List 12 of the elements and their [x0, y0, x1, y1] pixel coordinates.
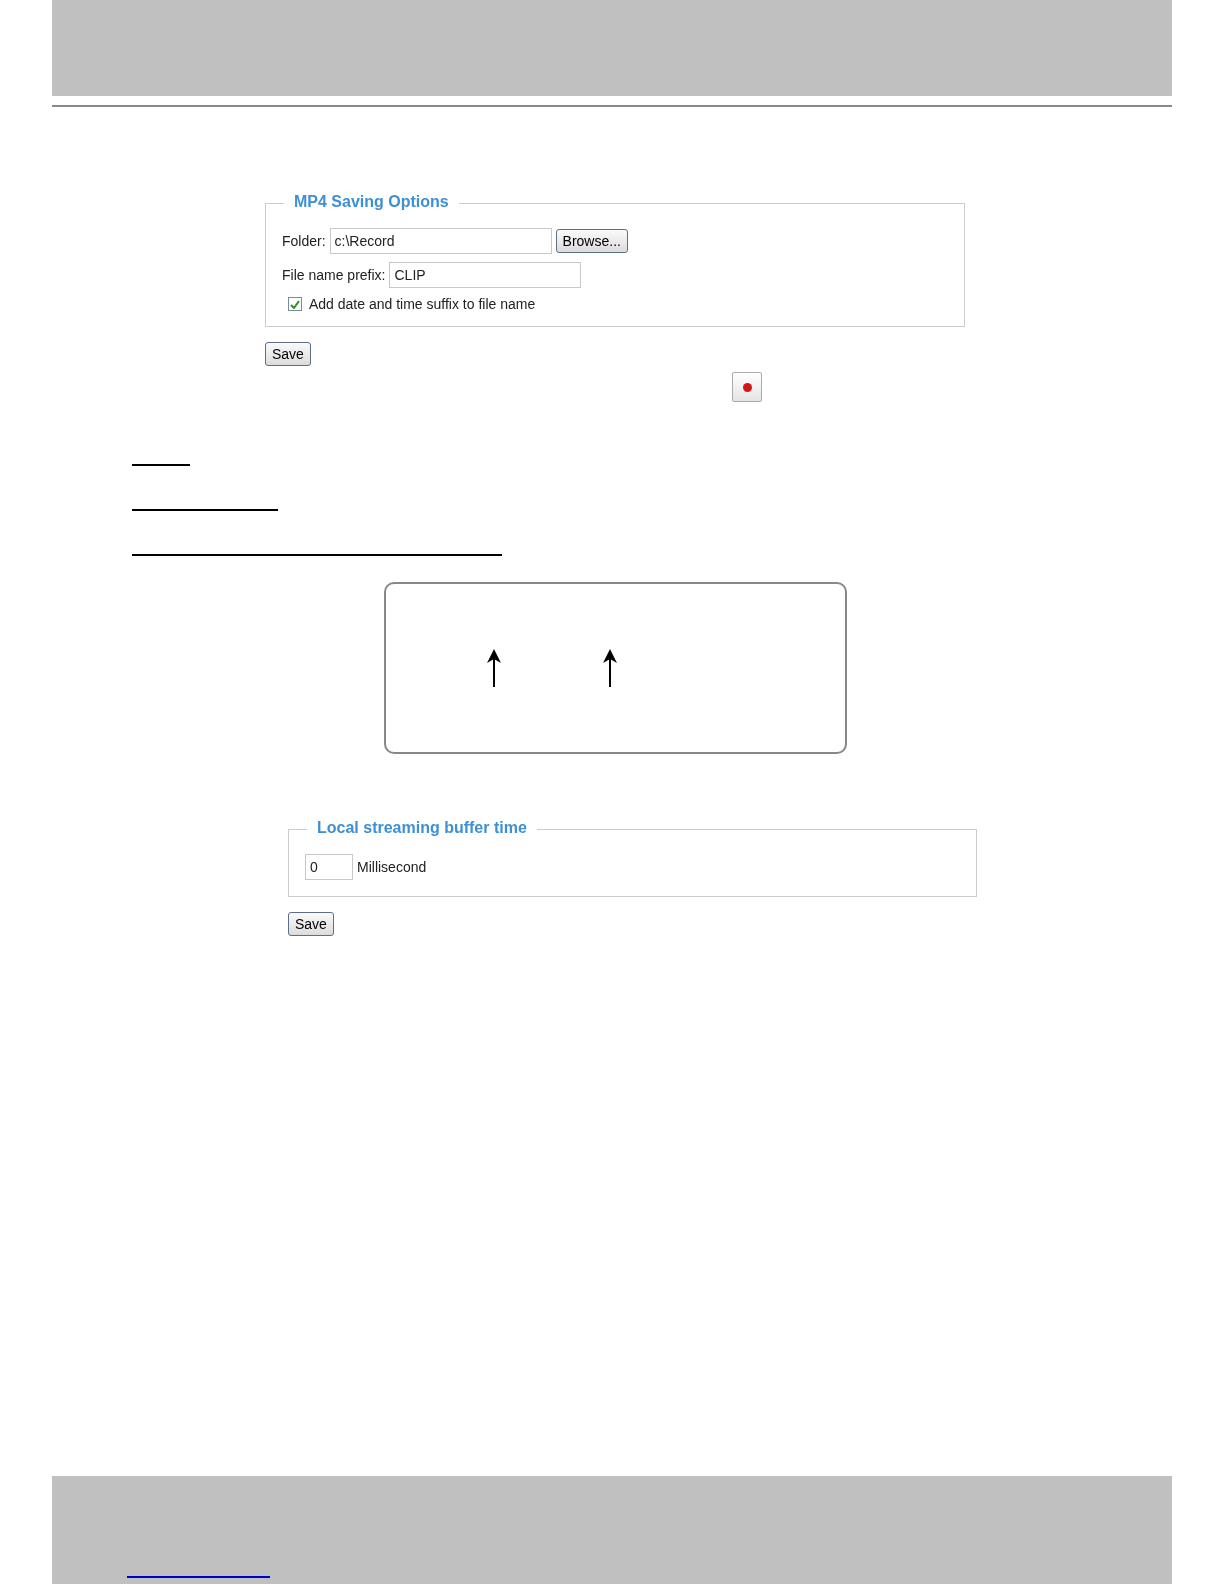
field-label: File name prefix:: [282, 267, 386, 283]
browse-button[interactable]: Browse...: [555, 229, 628, 253]
folder-field[interactable]: c:\Record: [329, 228, 552, 254]
save-button[interactable]: Save: [265, 342, 311, 366]
field-label: Folder:: [282, 233, 326, 249]
unit-label: Millisecond: [357, 859, 427, 875]
prefix-field[interactable]: CLIP: [389, 262, 582, 288]
panel-title: Local streaming buffer time: [307, 819, 537, 837]
save-button[interactable]: Save: [288, 912, 334, 936]
buffer-field[interactable]: 0: [305, 854, 353, 880]
panel-title: MP4 Saving Options: [284, 193, 459, 211]
checkbox-label: Add date and time suffix to file name: [309, 296, 536, 312]
